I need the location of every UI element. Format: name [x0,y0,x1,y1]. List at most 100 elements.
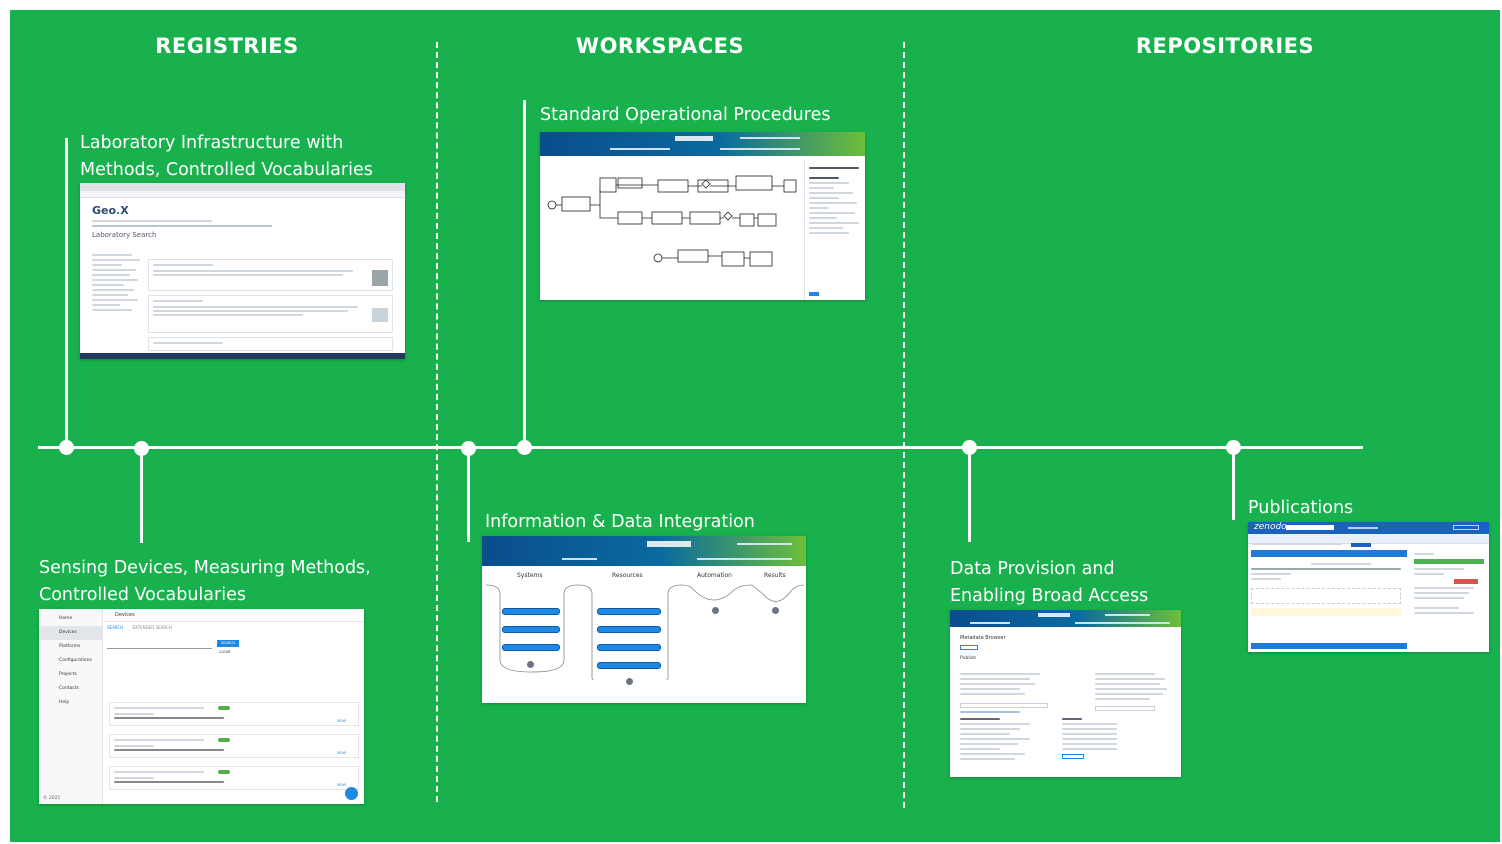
search-button[interactable]: SEARCH [217,640,239,647]
view-button[interactable]: VIEW [337,719,346,723]
upload-bar [1251,550,1407,557]
result-card[interactable] [148,337,393,351]
integration-col-results: Results [764,572,786,579]
integration-col-resources: Resources [612,572,643,579]
label-line: Publications [1248,498,1354,518]
delete-button[interactable] [1454,579,1478,584]
milestone-dot-data-provision [962,440,977,455]
device-card[interactable]: VIEW [109,702,359,726]
devices-search-input[interactable] [107,641,212,649]
sidebar-item-configurations[interactable]: Configurations [39,654,102,668]
label-line: Controlled Vocabularies [39,585,246,605]
browser-header [950,610,1181,627]
tab-extended-search[interactable]: EXTENDED SEARCH [132,625,171,630]
resources-add-node[interactable] [626,678,633,685]
zenodo-side-panel [1414,550,1486,617]
add-device-fab[interactable] [345,787,358,800]
result-thumbnail [372,308,388,322]
integration-search[interactable] [647,541,691,547]
connector-lab-infrastructure [65,138,68,448]
label-data-provision: Data Provision and Enabling Broad Access [950,556,1148,610]
systems-add-node[interactable] [527,661,534,668]
workspaces-heading: WORKSPACES [575,34,745,58]
zenodo-search[interactable] [1286,525,1334,530]
geox-logo: Geo.X [92,204,129,217]
screenshot-zenodo: zenodo [1248,522,1489,652]
sop-header [540,132,865,156]
systems-node[interactable] [502,644,560,651]
label-lab-infrastructure: Laboratory Infrastructure with Methods, … [80,130,373,184]
results-add-node[interactable] [772,607,779,614]
milestone-dot-sop [517,440,532,455]
page-title: Laboratory Search [92,231,157,239]
devices-footer: © 2021 [43,796,61,801]
zenodo-logo: zenodo [1254,522,1287,532]
zenodo-header: zenodo [1248,522,1489,534]
milestone-dot-publications [1226,440,1241,455]
upload-rows [1251,560,1407,616]
view-button[interactable]: VIEW [337,751,346,755]
devices-topbar: Devices [103,609,364,622]
label-line: Laboratory Infrastructure with [80,133,344,153]
integration-col-automation: Automation [697,572,732,579]
publish-button[interactable] [1414,559,1484,564]
nav-links [92,225,272,227]
device-card[interactable]: VIEW [109,766,359,790]
zenodo-banner [1248,534,1489,547]
label-line: Enabling Broad Access [950,586,1149,606]
device-card[interactable]: VIEW [109,734,359,758]
sidebar-item-help[interactable]: Help [39,696,102,710]
systems-node[interactable] [502,608,560,615]
label-line: Standard Operational Procedures [540,105,831,125]
clear-button[interactable]: CLEAR [219,650,230,654]
result-card[interactable] [148,259,393,291]
publish-heading: Publish [960,656,977,661]
publish-list [960,670,1060,716]
geox-logo-text: Geo [92,204,117,217]
resources-node[interactable] [597,662,661,669]
divider-registries-workspaces [436,42,438,802]
sidebar-item-home[interactable]: Home [39,612,102,626]
tab-search[interactable]: SEARCH [107,625,123,630]
integration-col-systems: Systems [517,572,543,579]
systems-node[interactable] [502,626,560,633]
filter-panel [92,251,144,346]
tagline [92,220,212,222]
milestone-dot-info-integration [461,441,476,456]
sidebar-item-contacts[interactable]: Contacts [39,682,102,696]
connector-data-provision [968,448,971,542]
resources-node[interactable] [597,644,661,651]
sop-save-button[interactable] [809,292,819,296]
sop-search[interactable] [675,136,713,141]
result-card[interactable] [148,295,393,333]
connector-publications [1232,448,1235,520]
label-publications: Publications [1248,495,1353,522]
page-footer [80,353,405,359]
metadata-title: Metadata Browser [960,635,1006,641]
zenodo-section-bar [1251,643,1407,649]
label-sensing-devices: Sensing Devices, Measuring Methods, Cont… [39,555,371,609]
screenshot-data-integration: Systems Resources Automation Results [482,536,806,703]
resources-node[interactable] [597,608,661,615]
screenshot-metadata-browser: Metadata Browser Publish [950,610,1181,777]
registries-heading: REGISTRIES [155,34,299,58]
resources-node[interactable] [597,626,661,633]
timeline-axis [38,446,1363,449]
screenshot-sop-workflow [540,132,865,300]
milestone-dot-sensing-devices [134,441,149,456]
timeline-board: REGISTRIES WORKSPACES REPOSITORIES Labor… [10,10,1500,842]
sidebar-item-projects[interactable]: Projects [39,668,102,682]
label-line: Information & Data Integration [485,512,755,532]
sop-flowchart [547,175,797,267]
metadata-button[interactable] [960,645,978,650]
automation-add-node[interactable] [712,607,719,614]
sidebar-item-devices[interactable]: Devices [39,626,102,640]
metadata-search[interactable] [1038,613,1070,617]
label-info-integration: Information & Data Integration [485,509,755,536]
divider-workspaces-repositories [903,42,905,808]
geox-logo-mark: X [120,204,129,217]
view-button[interactable]: VIEW [337,783,346,787]
sidebar-item-platforms[interactable]: Platforms [39,640,102,654]
controlled-variables [960,715,1050,763]
milestone-dot-lab-infrastructure [59,440,74,455]
